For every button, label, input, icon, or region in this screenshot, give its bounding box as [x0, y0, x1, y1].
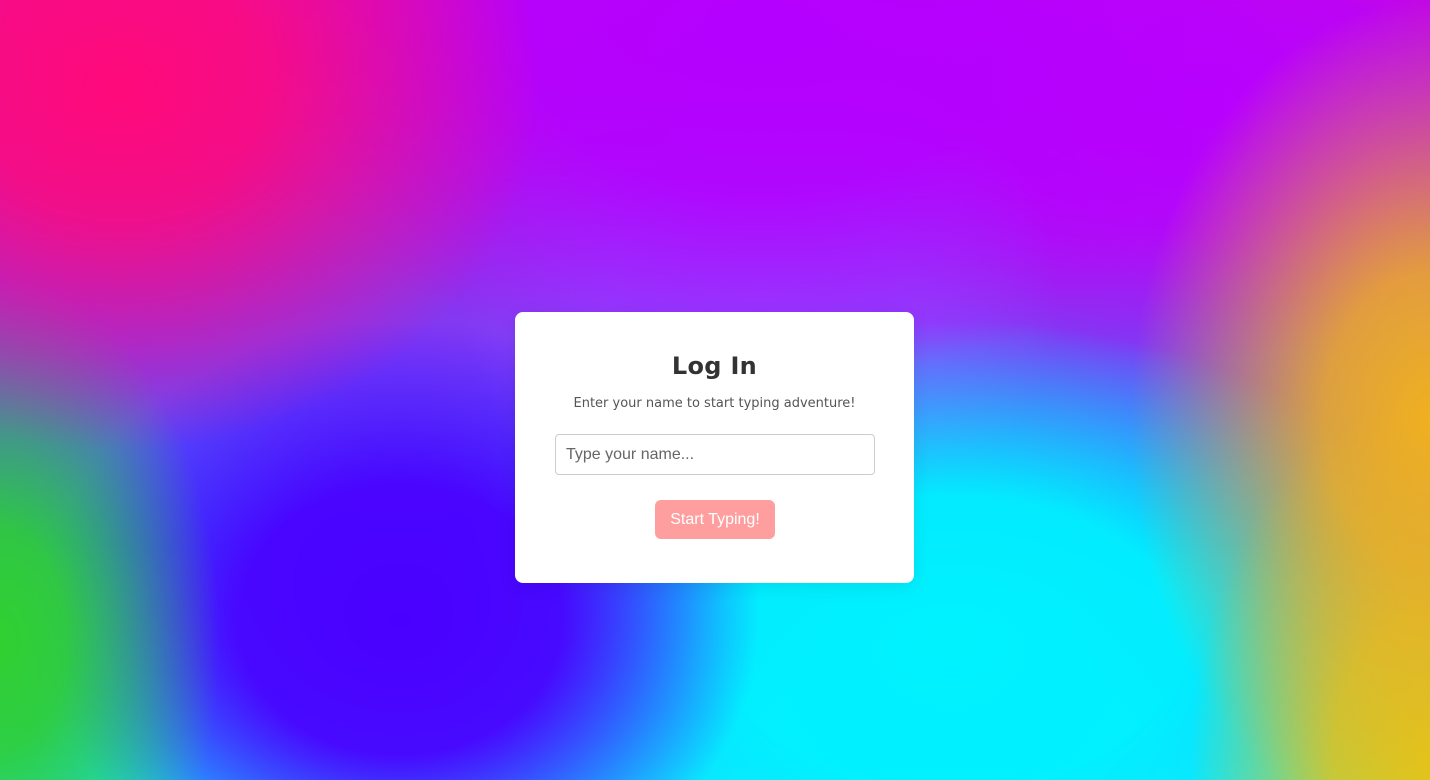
start-typing-button[interactable]: Start Typing! — [655, 500, 775, 539]
login-subtitle: Enter your name to start typing adventur… — [573, 396, 856, 411]
name-input[interactable] — [555, 434, 875, 475]
login-title: Log In — [671, 352, 758, 380]
login-card: Log In Enter your name to start typing a… — [515, 312, 914, 583]
